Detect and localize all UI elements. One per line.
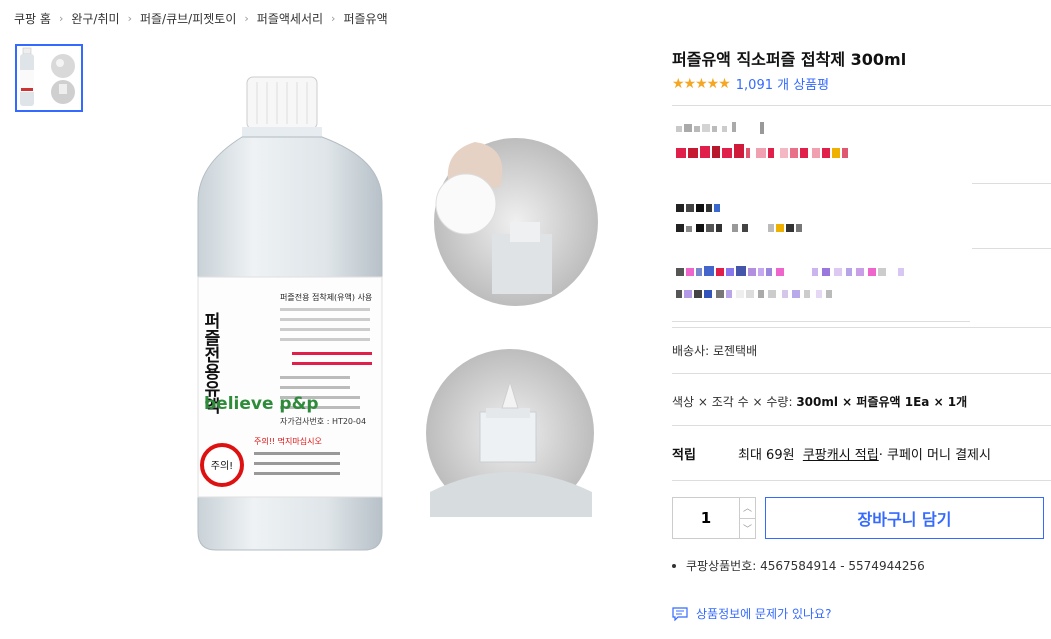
rating-row: ★★★★★ 1,091 개 상품평 xyxy=(672,74,829,94)
reward-suffix: · 쿠페이 머니 결제시 xyxy=(878,448,991,463)
warning-title: 주의!! 먹지마십시오 xyxy=(254,436,322,446)
warning-badge: 주의! xyxy=(211,460,233,472)
divider xyxy=(672,327,1051,328)
breadcrumb-home[interactable]: 쿠팡 홈 xyxy=(14,10,51,27)
label-heading: 퍼즐전용 접착제(유액) 사용 xyxy=(280,292,372,302)
brand-logo: believe p&p xyxy=(204,394,319,414)
divider xyxy=(972,248,1051,249)
reward-max: 최대 69원 xyxy=(738,448,795,463)
star-rating: ★★★★★ xyxy=(672,75,731,92)
chevron-down-icon[interactable]: ﹀ xyxy=(740,517,755,539)
bullet-icon xyxy=(672,563,676,568)
quantity-input[interactable] xyxy=(673,498,739,538)
cert-number: 자가검사번호 : HT20-04 xyxy=(280,416,366,426)
reward-row: 적립 최대 69원 쿠팡캐시 적립 · 쿠페이 머니 결제시 xyxy=(672,444,991,463)
chevron-right-icon: › xyxy=(127,12,132,25)
mosaic-seller-block xyxy=(676,266,904,298)
chevron-right-icon: › xyxy=(244,12,249,25)
review-count-link[interactable]: 1,091 개 상품평 xyxy=(736,74,829,93)
product-title: 퍼즐유액 직소퍼즐 접착제 300ml xyxy=(672,50,907,69)
mosaic-price-block xyxy=(676,122,848,158)
mosaic-delivery-block xyxy=(676,204,802,232)
chevron-right-icon: › xyxy=(58,12,64,25)
breadcrumb: 쿠팡 홈 › 완구/취미 › 퍼즐/큐브/피젯토이 › 퍼즐액세서리 › 퍼즐유… xyxy=(14,10,388,27)
selected-option: 색상 × 조각 수 × 수량: 300ml × 퍼즐유액 1Ea × 1개 xyxy=(672,393,967,410)
divider xyxy=(672,105,1051,106)
breadcrumb-puzzle-accessory[interactable]: 퍼즐액세서리 xyxy=(257,10,323,27)
coupang-cash-link[interactable]: 쿠팡캐시 적립 xyxy=(803,444,879,463)
breadcrumb-puzzle-cube[interactable]: 퍼즐/큐브/피젯토이 xyxy=(140,10,236,27)
chevron-right-icon: › xyxy=(331,12,336,25)
report-issue-link[interactable]: 상품정보에 문제가 있나요? xyxy=(672,605,831,622)
reward-label: 적립 xyxy=(672,448,696,463)
report-issue-text[interactable]: 상품정보에 문제가 있나요? xyxy=(696,605,831,622)
divider xyxy=(972,183,1051,184)
option-prefix: 색상 × 조각 수 × 수량: xyxy=(672,395,797,409)
product-number: 쿠팡상품번호: 4567584914 - 5574944256 xyxy=(672,557,925,574)
breadcrumb-puzzle-glue[interactable]: 퍼즐유액 xyxy=(343,10,387,27)
product-thumbnail[interactable] xyxy=(15,44,83,112)
product-number-text: 쿠팡상품번호: 4567584914 - 5574944256 xyxy=(686,559,925,573)
product-main-image: 퍼즐전용 접착제(유액) 사용 퍼즐전용유액 believe p&p 자가검사번… xyxy=(180,72,600,562)
option-value: 300ml × 퍼즐유액 1Ea × 1개 xyxy=(796,395,968,409)
quantity-stepper: ︿ ﹀ xyxy=(672,497,756,539)
add-to-cart-button[interactable]: 장바구니 담기 xyxy=(765,497,1044,539)
chevron-up-icon[interactable]: ︿ xyxy=(740,498,755,518)
message-icon xyxy=(672,606,688,621)
divider xyxy=(672,321,970,322)
breadcrumb-toys[interactable]: 완구/취미 xyxy=(71,10,119,27)
shipping-company: 배송사: 로젠택배 xyxy=(672,344,758,358)
divider xyxy=(672,373,1051,374)
divider xyxy=(672,425,1051,426)
divider xyxy=(672,480,1051,481)
